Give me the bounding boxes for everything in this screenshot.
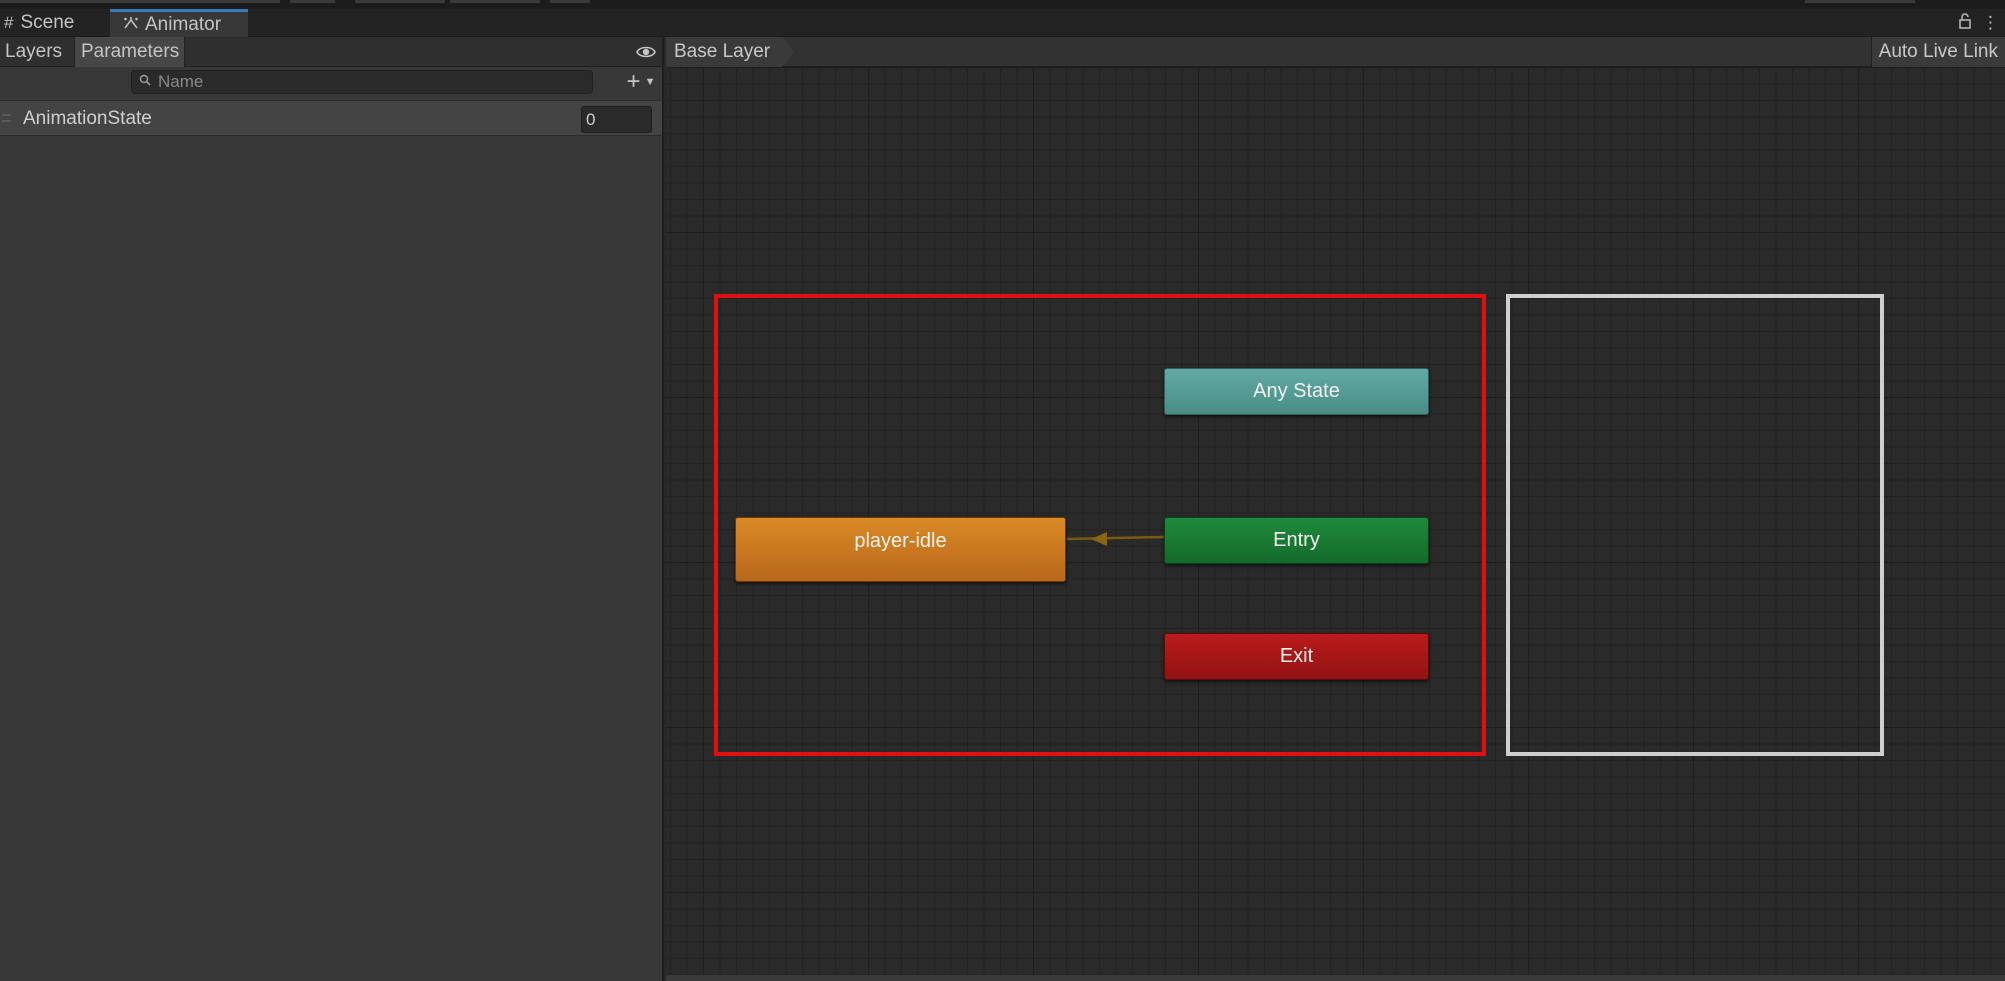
toolbar-segment (1805, 0, 1915, 3)
chevron-down-icon: ▼ (644, 76, 656, 88)
window-tab-bar: # Scene Animator ⋮ (0, 9, 2005, 37)
state-player-idle[interactable]: player-idle (735, 517, 1066, 582)
more-menu-icon[interactable]: ⋮ (1982, 13, 1999, 33)
search-input[interactable] (158, 72, 578, 92)
toolbar-segment (550, 0, 590, 3)
toolbar-segment (290, 0, 335, 3)
search-icon (132, 74, 158, 90)
top-strip (0, 0, 2005, 9)
state-entry[interactable]: Entry (1164, 517, 1429, 564)
plus-icon: + (626, 68, 641, 95)
tab-scene-label: Scene (20, 12, 75, 33)
grid-icon: # (4, 13, 14, 32)
animator-icon (124, 15, 138, 35)
toolbar-segment (450, 0, 540, 3)
tab-scene[interactable]: # Scene (2, 9, 106, 37)
panel-tabs: Layers Parameters (0, 37, 662, 67)
drag-handle-icon[interactable] (2, 114, 11, 122)
breadcrumb-base-layer[interactable]: Base Layer (666, 37, 794, 67)
state-any-state[interactable]: Any State (1164, 368, 1429, 415)
toolbar-segment (355, 0, 445, 3)
parameter-value-field[interactable]: 0 (581, 106, 652, 133)
toolbar-segment (0, 0, 280, 3)
auto-live-link-button[interactable]: Auto Live Link (1870, 37, 2005, 67)
highlight-box-white (1506, 294, 1884, 756)
tab-animator-label: Animator (145, 13, 222, 35)
lock-icon[interactable] (1958, 12, 1972, 34)
add-parameter-button[interactable]: + ▼ (620, 68, 662, 95)
tab-parameters[interactable]: Parameters (74, 37, 185, 67)
state-machine-graph[interactable]: Base Layer Auto Live Link Any State Entr… (666, 37, 2005, 981)
parameter-name: AnimationState (23, 108, 152, 129)
horizontal-scrollbar[interactable] (666, 975, 2005, 981)
parameter-row[interactable]: AnimationState 0 (0, 100, 662, 136)
left-panel: Layers Parameters +▼ AnimationState 0 (0, 37, 664, 981)
tab-animator[interactable]: Animator (110, 9, 248, 37)
state-exit[interactable]: Exit (1164, 633, 1429, 680)
eye-icon[interactable] (636, 43, 656, 61)
parameter-search (131, 70, 593, 94)
tab-layers[interactable]: Layers (0, 37, 74, 67)
window-controls: ⋮ (1958, 9, 1999, 37)
graph-header: Base Layer Auto Live Link (666, 37, 2005, 67)
